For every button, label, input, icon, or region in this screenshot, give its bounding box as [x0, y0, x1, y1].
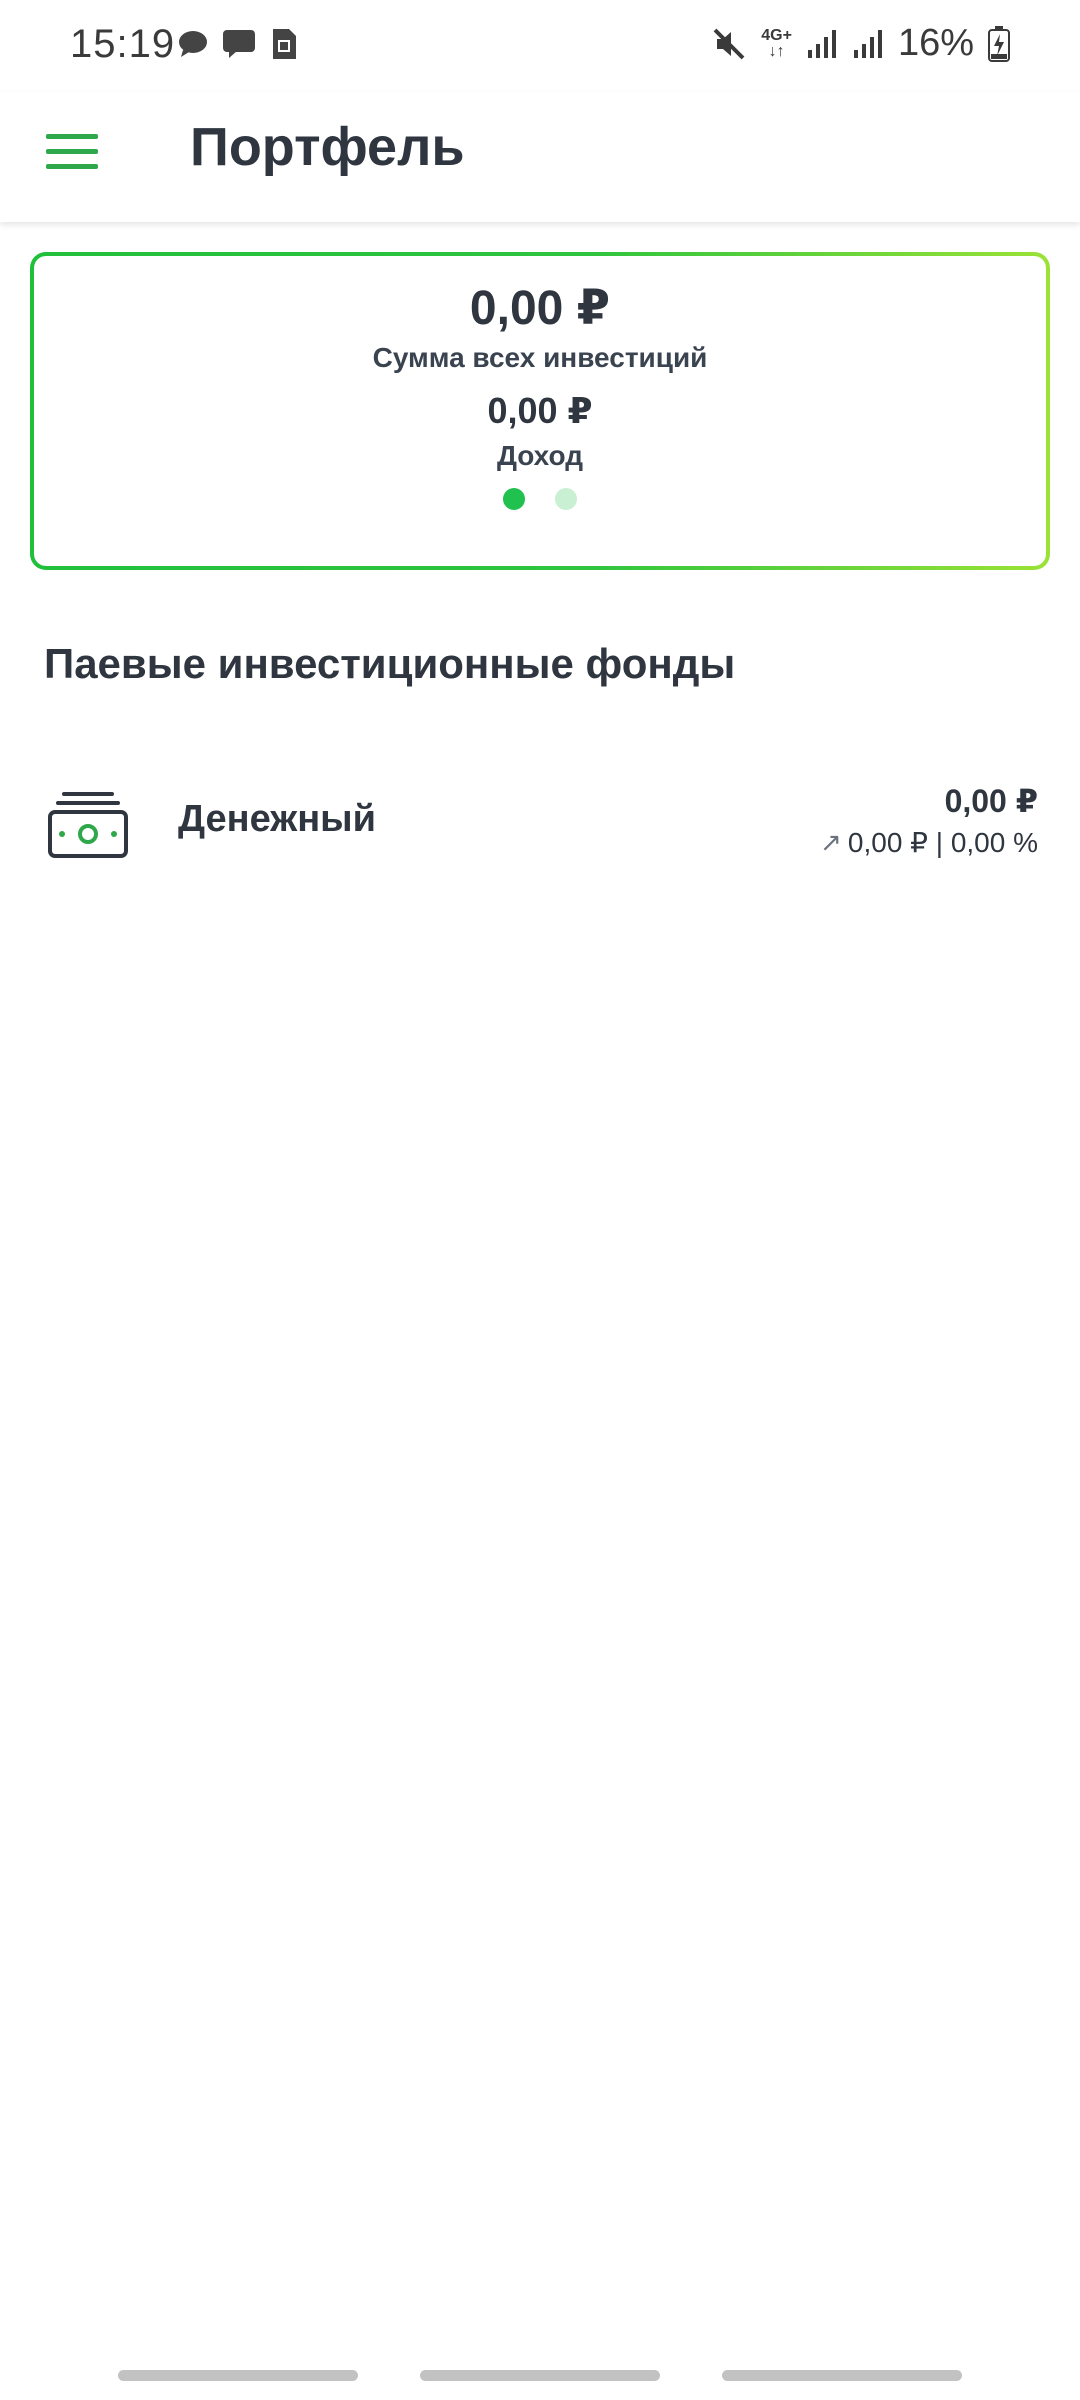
- app-bar: Портфель: [0, 92, 1080, 222]
- income-label: Доход: [496, 440, 584, 471]
- gesture-handle-right[interactable]: [722, 2370, 962, 2381]
- signal-icon-2: [853, 29, 882, 58]
- total-investments-label: Сумма всех инвестиций: [372, 342, 708, 373]
- sim-card-icon: [273, 29, 296, 59]
- network-type: 4G+ ↓↑: [761, 26, 792, 60]
- gesture-handle-center[interactable]: [420, 2370, 660, 2381]
- cash-icon: [48, 792, 128, 858]
- battery-percent: 16%: [897, 22, 974, 64]
- total-investments-value: 0,00 ₽: [469, 282, 611, 335]
- page-dot-active[interactable]: [503, 488, 525, 510]
- status-right: 4G+ ↓↑ 16%: [711, 22, 1010, 65]
- battery-charging-icon: [988, 25, 1010, 62]
- section-title-mutual-funds: Паевые инвестиционные фонды: [44, 640, 736, 687]
- signal-icon: [807, 29, 836, 58]
- status-bar: 15:19 4G+ ↓↑ 16%: [0, 0, 1080, 92]
- notification-icons: [178, 28, 298, 60]
- gesture-navigation-bar: [0, 2370, 1080, 2382]
- mute-icon: [713, 28, 745, 59]
- data-arrows-icon: ↓↑: [768, 42, 785, 60]
- page-dot-inactive[interactable]: [555, 488, 577, 510]
- gesture-handle-left[interactable]: [118, 2370, 358, 2381]
- fund-name: Денежный: [178, 798, 376, 840]
- page-title: Портфель: [190, 117, 465, 177]
- fund-change: ↗ 0,00 ₽ | 0,00 %: [820, 826, 1038, 859]
- fund-change-text: 0,00 ₽ | 0,00 %: [847, 827, 1038, 858]
- fund-value: 0,00 ₽: [944, 783, 1038, 819]
- fund-row[interactable]: Денежный 0,00 ₽ ↗ 0,00 ₽ | 0,00 %: [0, 760, 1080, 890]
- message-icon: [223, 30, 255, 58]
- income-value: 0,00 ₽: [487, 390, 593, 431]
- arrow-up-right-icon: ↗: [820, 827, 842, 857]
- portfolio-summary-card[interactable]: 0,00 ₽ Сумма всех инвестиций 0,00 ₽ Дохо…: [30, 252, 1050, 570]
- hamburger-menu-icon[interactable]: [46, 130, 98, 174]
- page-indicator: [34, 488, 1046, 510]
- chat-bubble-icon: [179, 31, 207, 57]
- status-time: 15:19: [70, 22, 176, 66]
